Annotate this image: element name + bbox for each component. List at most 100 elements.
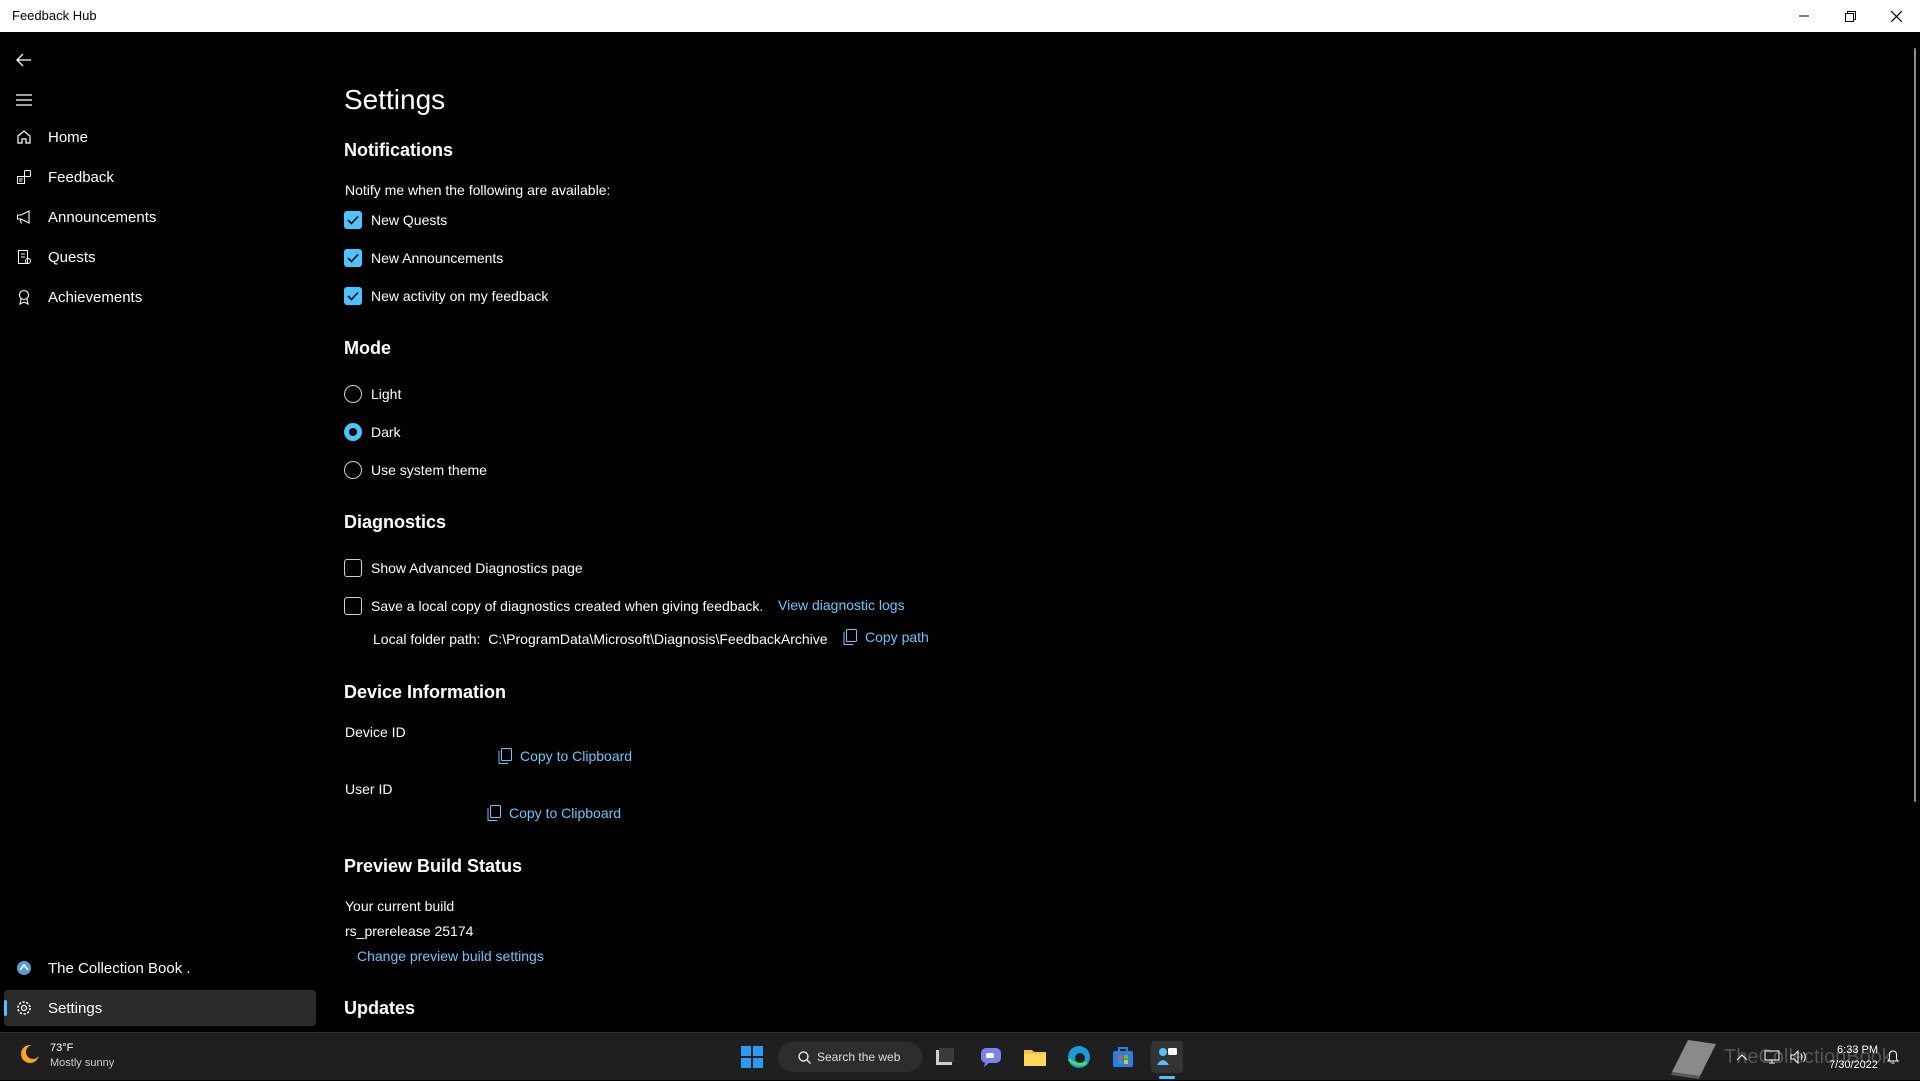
checkbox-label: New Quests <box>371 212 448 228</box>
window-title: Feedback Hub <box>12 8 97 23</box>
nav-item-label: Feedback <box>48 168 114 186</box>
checkbox-new-activity[interactable]: New activity on my feedback <box>344 284 548 308</box>
account-item[interactable]: The Collection Book . <box>4 950 316 986</box>
section-title-updates: Updates <box>344 998 416 1018</box>
local-folder-path-row: Local folder path: C:\ProgramData\Micros… <box>373 631 828 647</box>
notification-button[interactable] <box>1886 1033 1900 1081</box>
checkbox-label: Save a local copy of diagnostics created… <box>371 598 764 614</box>
nav-item-settings[interactable]: Settings <box>4 990 316 1026</box>
local-folder-path-value: C:\ProgramData\Microsoft\Diagnosis\Feedb… <box>488 631 828 647</box>
checkbox-box[interactable] <box>344 287 362 305</box>
clock[interactable]: 6:33 PM 7/30/2022 <box>1816 1043 1878 1073</box>
restore-button[interactable] <box>1827 0 1873 32</box>
gear-icon <box>4 1000 44 1016</box>
local-folder-label: Local folder path: <box>373 631 481 647</box>
sun-icon <box>18 1042 42 1071</box>
nav-item-feedback[interactable]: Feedback <box>4 159 316 195</box>
checkbox-box[interactable] <box>344 597 362 615</box>
file-explorer-button[interactable] <box>1019 1041 1051 1073</box>
copy-icon <box>487 805 501 821</box>
weather-widget[interactable]: 73°F Mostly sunny <box>18 1041 114 1071</box>
taskbar-search[interactable]: Search the web <box>778 1042 922 1072</box>
copy-to-clipboard-label: Copy to Clipboard <box>520 748 633 764</box>
nav-item-quests[interactable]: Quests <box>4 239 316 275</box>
copy-user-id-button[interactable]: Copy to Clipboard <box>487 805 621 821</box>
network-icon <box>1764 1050 1780 1064</box>
nav-item-achievements[interactable]: Achievements <box>4 279 316 315</box>
start-button[interactable] <box>736 1041 768 1073</box>
clock-time: 6:33 PM <box>1837 1044 1878 1056</box>
minimize-button[interactable] <box>1781 0 1827 32</box>
radio-circle[interactable] <box>344 423 362 441</box>
edge-browser-button[interactable] <box>1063 1041 1095 1073</box>
copy-device-id-button[interactable]: Copy to Clipboard <box>498 748 632 764</box>
page-title: Settings <box>344 84 446 115</box>
section-title-device-information: Device Information <box>344 682 507 702</box>
checkbox-show-advanced-diagnostics[interactable]: Show Advanced Diagnostics page <box>344 556 583 580</box>
section-title-diagnostics: Diagnostics <box>344 512 447 532</box>
weather-desc: Mostly sunny <box>50 1057 115 1069</box>
checkbox-box[interactable] <box>344 249 362 267</box>
radio-label: Use system theme <box>371 462 487 478</box>
radio-dark[interactable]: Dark <box>344 420 401 444</box>
network-button[interactable] <box>1764 1033 1780 1081</box>
close-icon <box>1890 10 1902 22</box>
folder-icon <box>1024 1050 1046 1066</box>
book-icon <box>1671 1040 1716 1079</box>
achievement-icon <box>4 289 44 305</box>
megaphone-icon <box>4 209 44 225</box>
feedback-icon <box>4 169 44 185</box>
user-id-label: User ID <box>345 781 393 797</box>
nav-item-label: Settings <box>48 999 103 1017</box>
task-view-button[interactable] <box>929 1041 961 1073</box>
checkbox-new-announcements[interactable]: New Announcements <box>344 246 503 270</box>
radio-light[interactable]: Light <box>344 382 401 406</box>
checkbox-box[interactable] <box>344 559 362 577</box>
tray-chevron-button[interactable] <box>1736 1033 1748 1081</box>
nav-item-label: Home <box>48 128 89 146</box>
checkmark-icon <box>347 291 359 301</box>
chat-button[interactable] <box>975 1041 1007 1073</box>
checkbox-save-local-copy[interactable]: Save a local copy of diagnostics created… <box>344 594 763 618</box>
windows-logo-icon <box>741 1046 763 1068</box>
vertical-scrollbar[interactable] <box>1914 48 1916 802</box>
search-icon <box>798 1050 811 1064</box>
nav-item-label: Achievements <box>48 288 143 306</box>
nav-item-announcements[interactable]: Announcements <box>4 199 316 235</box>
device-id-label: Device ID <box>345 724 406 740</box>
hamburger-icon <box>16 94 32 106</box>
checkbox-new-quests[interactable]: New Quests <box>344 208 447 232</box>
taskbar: 73°F Mostly sunny Search the web TheColl… <box>0 1032 1920 1080</box>
change-preview-build-settings-link[interactable]: Change preview build settings <box>357 948 544 964</box>
current-build-label: Your current build <box>345 898 455 914</box>
radio-circle[interactable] <box>344 461 362 479</box>
copy-path-button[interactable]: Copy path <box>843 629 929 645</box>
checkmark-icon <box>347 253 359 263</box>
back-button[interactable] <box>10 46 38 74</box>
feedback-hub-icon <box>1157 1048 1177 1065</box>
section-title-preview-build-status: Preview Build Status <box>344 856 523 876</box>
account-avatar-icon <box>4 960 44 976</box>
radio-system-theme[interactable]: Use system theme <box>344 458 487 482</box>
volume-button[interactable] <box>1790 1033 1808 1081</box>
notify-intro-text: Notify me when the following are availab… <box>345 182 611 198</box>
weather-temp: 73°F <box>50 1042 74 1054</box>
home-icon <box>4 129 44 145</box>
radio-circle[interactable] <box>344 385 362 403</box>
hamburger-menu-button[interactable] <box>10 86 38 114</box>
edge-icon <box>1067 1046 1090 1068</box>
copy-icon <box>498 748 512 764</box>
back-arrow-icon <box>16 53 31 67</box>
close-button[interactable] <box>1873 0 1919 32</box>
account-label: The Collection Book . <box>48 959 191 977</box>
section-title-notifications: Notifications <box>344 140 454 160</box>
clock-date: 7/30/2022 <box>1829 1059 1878 1071</box>
nav-item-home[interactable]: Home <box>4 119 316 155</box>
copy-icon <box>843 629 857 645</box>
search-label: Search the web <box>817 1050 901 1064</box>
microsoft-store-button[interactable] <box>1107 1041 1139 1073</box>
checkbox-box[interactable] <box>344 211 362 229</box>
view-diagnostic-logs-link[interactable]: View diagnostic logs <box>778 597 905 613</box>
copy-path-label: Copy path <box>865 629 929 645</box>
feedback-hub-taskbar-button[interactable] <box>1151 1041 1183 1073</box>
